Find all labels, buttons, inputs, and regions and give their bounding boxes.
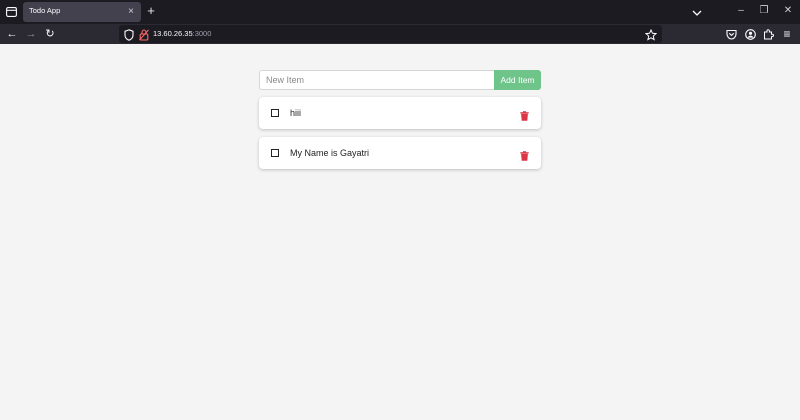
- trash-icon[interactable]: [520, 108, 529, 121]
- back-button[interactable]: ←: [5, 26, 19, 42]
- checkbox-icon[interactable]: [271, 149, 279, 157]
- url-host: 13.60.26.35: [153, 29, 193, 38]
- window-minimize-button[interactable]: –: [734, 4, 748, 18]
- chevron-down-icon[interactable]: [691, 6, 703, 18]
- browser-tab-active[interactable]: Todo App ×: [23, 2, 141, 22]
- forward-button[interactable]: →: [24, 26, 38, 42]
- account-icon[interactable]: [743, 27, 757, 41]
- todo-item-label: hiii: [290, 108, 302, 118]
- url-bar[interactable]: 13.60.26.35:3000: [119, 25, 662, 43]
- window-close-button[interactable]: ✕: [781, 4, 795, 18]
- url-text[interactable]: 13.60.26.35:3000: [153, 29, 211, 38]
- extensions-icon[interactable]: [761, 27, 775, 41]
- window-restore-button[interactable]: ❐: [757, 4, 771, 18]
- checkbox-icon[interactable]: [271, 109, 279, 117]
- todo-item: My Name is Gayatri: [259, 137, 541, 169]
- todo-list: hiii My Name is Gayatri: [259, 97, 541, 177]
- add-todo-form: Add Item: [259, 70, 541, 90]
- tab-close-icon[interactable]: ×: [126, 6, 136, 18]
- pocket-icon[interactable]: [724, 27, 738, 41]
- trash-icon[interactable]: [520, 148, 529, 161]
- menu-icon[interactable]: ≡: [780, 26, 794, 42]
- todo-item-label: My Name is Gayatri: [290, 148, 370, 158]
- reload-button[interactable]: ↻: [43, 26, 57, 42]
- browser-nav-bar: ← → ↻ 13.60.26.35:3000 ≡: [0, 24, 800, 44]
- new-item-input[interactable]: [259, 70, 494, 90]
- bookmark-star-icon[interactable]: [644, 28, 658, 41]
- insecure-lock-icon[interactable]: [139, 28, 151, 41]
- tab-title: Todo App: [29, 6, 61, 15]
- url-port: :3000: [192, 29, 212, 38]
- browser-tab-bar: Todo App × + – ❐ ✕: [0, 0, 800, 24]
- new-tab-button[interactable]: +: [145, 3, 157, 19]
- add-item-button[interactable]: Add Item: [494, 70, 541, 90]
- todo-item: hiii: [259, 97, 541, 129]
- tab-list-icon[interactable]: [3, 4, 19, 20]
- shield-icon[interactable]: [124, 28, 136, 41]
